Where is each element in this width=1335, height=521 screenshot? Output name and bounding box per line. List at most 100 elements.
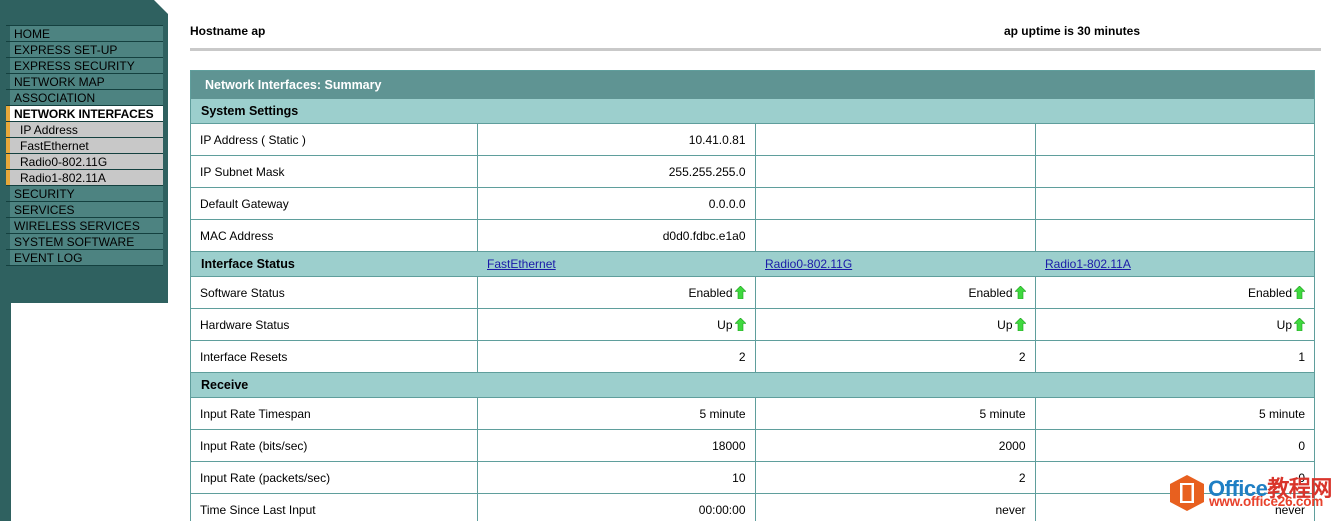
table-row: Time Since Last Input 00:00:00 never nev… xyxy=(191,493,1314,521)
sidebar-item-label: Radio1-802.11A xyxy=(20,171,106,185)
value-text: Enabled xyxy=(688,285,733,300)
value-text: Up xyxy=(1276,317,1292,332)
sidebar-item-label: SECURITY xyxy=(14,187,75,201)
sidebar-item-network-map[interactable]: NETWORK MAP xyxy=(6,73,163,90)
row-value-radio0: Up xyxy=(754,308,1036,341)
row-value-radio1 xyxy=(1034,155,1314,188)
row-value-radio0 xyxy=(754,219,1036,252)
row-label: Default Gateway xyxy=(191,187,478,220)
sidebar-item-label: EXPRESS SET-UP xyxy=(14,43,118,57)
table-row: IP Address ( Static ) 10.41.0.81 xyxy=(191,123,1314,156)
sidebar-item-express-security[interactable]: EXPRESS SECURITY xyxy=(6,57,163,74)
row-label: Input Rate (packets/sec) xyxy=(191,461,478,494)
row-value-fastethernet: 5 minute xyxy=(476,397,756,430)
sidebar-item-ip-address[interactable]: IP Address xyxy=(6,121,163,138)
sidebar-item-label: Radio0-802.11G xyxy=(20,155,108,169)
row-value-fastethernet: Up xyxy=(476,308,756,341)
section-spacer xyxy=(477,372,755,398)
row-value-fastethernet: 2 xyxy=(476,340,756,373)
section-title: Interface Status xyxy=(191,251,477,277)
row-value-radio1: 0 xyxy=(1034,429,1314,462)
nav-marker xyxy=(6,250,10,265)
status-up-arrow-icon xyxy=(1014,318,1026,331)
sidebar-item-fastethernet[interactable]: FastEthernet xyxy=(6,137,163,154)
section-title: System Settings xyxy=(191,99,477,124)
row-value-radio1: 0 xyxy=(1034,461,1314,494)
row-value-radio1: 1 xyxy=(1034,340,1314,373)
sidebar-item-label: WIRELESS SERVICES xyxy=(14,219,140,233)
nav-marker xyxy=(6,234,10,249)
column-header-radio0[interactable]: Radio0-802.11G xyxy=(755,251,1035,277)
table-row: Default Gateway 0.0.0.0 xyxy=(191,187,1314,220)
sidebar-item-network-interfaces[interactable]: NETWORK INTERFACES xyxy=(6,105,163,122)
network-interfaces-summary-panel: Network Interfaces: Summary System Setti… xyxy=(190,70,1315,521)
column-header-radio1[interactable]: Radio1-802.11A xyxy=(1035,251,1314,277)
table-row: Hardware Status Up Up Up xyxy=(191,308,1314,341)
nav-marker xyxy=(6,138,10,153)
link-radio0-802-11g[interactable]: Radio0-802.11G xyxy=(765,257,852,271)
row-value-radio0 xyxy=(754,123,1036,156)
section-spacer xyxy=(477,99,755,124)
section-header-receive: Receive xyxy=(191,372,1314,398)
sidebar-item-express-set-up[interactable]: EXPRESS SET-UP xyxy=(6,41,163,58)
value-with-status: Up xyxy=(1277,318,1305,332)
sidebar-item-label: SYSTEM SOFTWARE xyxy=(14,235,135,249)
page-header: Hostname ap ap uptime is 30 minutes xyxy=(190,24,1321,46)
sidebar-item-label: SERVICES xyxy=(14,203,75,217)
row-label: Input Rate (bits/sec) xyxy=(191,429,478,462)
nav-marker xyxy=(6,202,10,217)
sidebar-item-security[interactable]: SECURITY xyxy=(6,185,163,202)
sidebar-item-radio1-802-11a[interactable]: Radio1-802.11A xyxy=(6,169,163,186)
sidebar-item-home[interactable]: HOME xyxy=(6,25,163,42)
nav-marker xyxy=(6,74,10,89)
sidebar-item-event-log[interactable]: EVENT LOG xyxy=(6,249,163,266)
nav-marker xyxy=(6,90,10,105)
status-up-arrow-icon xyxy=(734,286,746,299)
panel-title: Network Interfaces: Summary xyxy=(191,71,1314,99)
sidebar-item-system-software[interactable]: SYSTEM SOFTWARE xyxy=(6,233,163,250)
status-up-arrow-icon xyxy=(1294,286,1305,299)
status-up-arrow-icon xyxy=(734,318,746,331)
value-text: Enabled xyxy=(1247,285,1292,300)
section-spacer xyxy=(1035,99,1314,124)
value-text: Enabled xyxy=(968,285,1013,300)
sidebar-item-services[interactable]: SERVICES xyxy=(6,201,163,218)
nav-marker xyxy=(6,58,10,73)
uptime-label: ap uptime is 30 minutes xyxy=(1003,24,1140,38)
link-radio1-802-11a[interactable]: Radio1-802.11A xyxy=(1045,257,1131,271)
value-with-status: Enabled xyxy=(968,285,1026,300)
section-header-interface-status: Interface Status FastEthernet Radio0-802… xyxy=(191,251,1314,277)
sidebar-item-association[interactable]: ASSOCIATION xyxy=(6,89,163,106)
row-label: IP Address ( Static ) xyxy=(191,123,478,156)
column-header-fastethernet[interactable]: FastEthernet xyxy=(477,251,755,277)
row-label: MAC Address xyxy=(191,219,478,252)
value-with-status: Up xyxy=(717,318,746,332)
link-fastethernet[interactable]: FastEthernet xyxy=(487,257,556,271)
section-spacer xyxy=(755,99,1035,124)
section-spacer xyxy=(1035,372,1314,398)
nav-marker xyxy=(6,218,10,233)
summary-table: System Settings IP Address ( Static ) 10… xyxy=(191,99,1314,521)
table-row: Input Rate (packets/sec) 10 2 0 xyxy=(191,461,1314,494)
row-label: Software Status xyxy=(191,276,478,309)
sidebar-bottom-fill xyxy=(11,303,168,521)
value-with-status: Up xyxy=(997,317,1026,332)
row-value-radio0: never xyxy=(754,493,1036,521)
row-value-fastethernet: 00:00:00 xyxy=(476,493,756,521)
table-row: Input Rate (bits/sec) 18000 2000 0 xyxy=(191,429,1314,462)
sidebar-item-wireless-services[interactable]: WIRELESS SERVICES xyxy=(6,217,163,234)
row-value-radio0: 2 xyxy=(754,461,1036,494)
status-up-arrow-icon xyxy=(1014,286,1026,299)
row-label: Time Since Last Input xyxy=(191,493,478,521)
sidebar-item-label: HOME xyxy=(14,27,50,41)
value-text: Up xyxy=(997,317,1013,332)
sidebar-item-label: EXPRESS SECURITY xyxy=(14,59,135,73)
sidebar: HOME EXPRESS SET-UP EXPRESS SECURITY NET… xyxy=(0,0,168,521)
section-header-system-settings: System Settings xyxy=(191,99,1314,124)
table-row: Input Rate Timespan 5 minute 5 minute 5 … xyxy=(191,397,1314,430)
sidebar-item-radio0-802-11g[interactable]: Radio0-802.11G xyxy=(6,153,163,170)
row-value-radio1 xyxy=(1034,219,1314,252)
table-row: Interface Resets 2 2 1 xyxy=(191,340,1314,373)
table-row: MAC Address d0d0.fdbc.e1a0 xyxy=(191,219,1314,252)
row-value-radio1 xyxy=(1034,187,1314,220)
